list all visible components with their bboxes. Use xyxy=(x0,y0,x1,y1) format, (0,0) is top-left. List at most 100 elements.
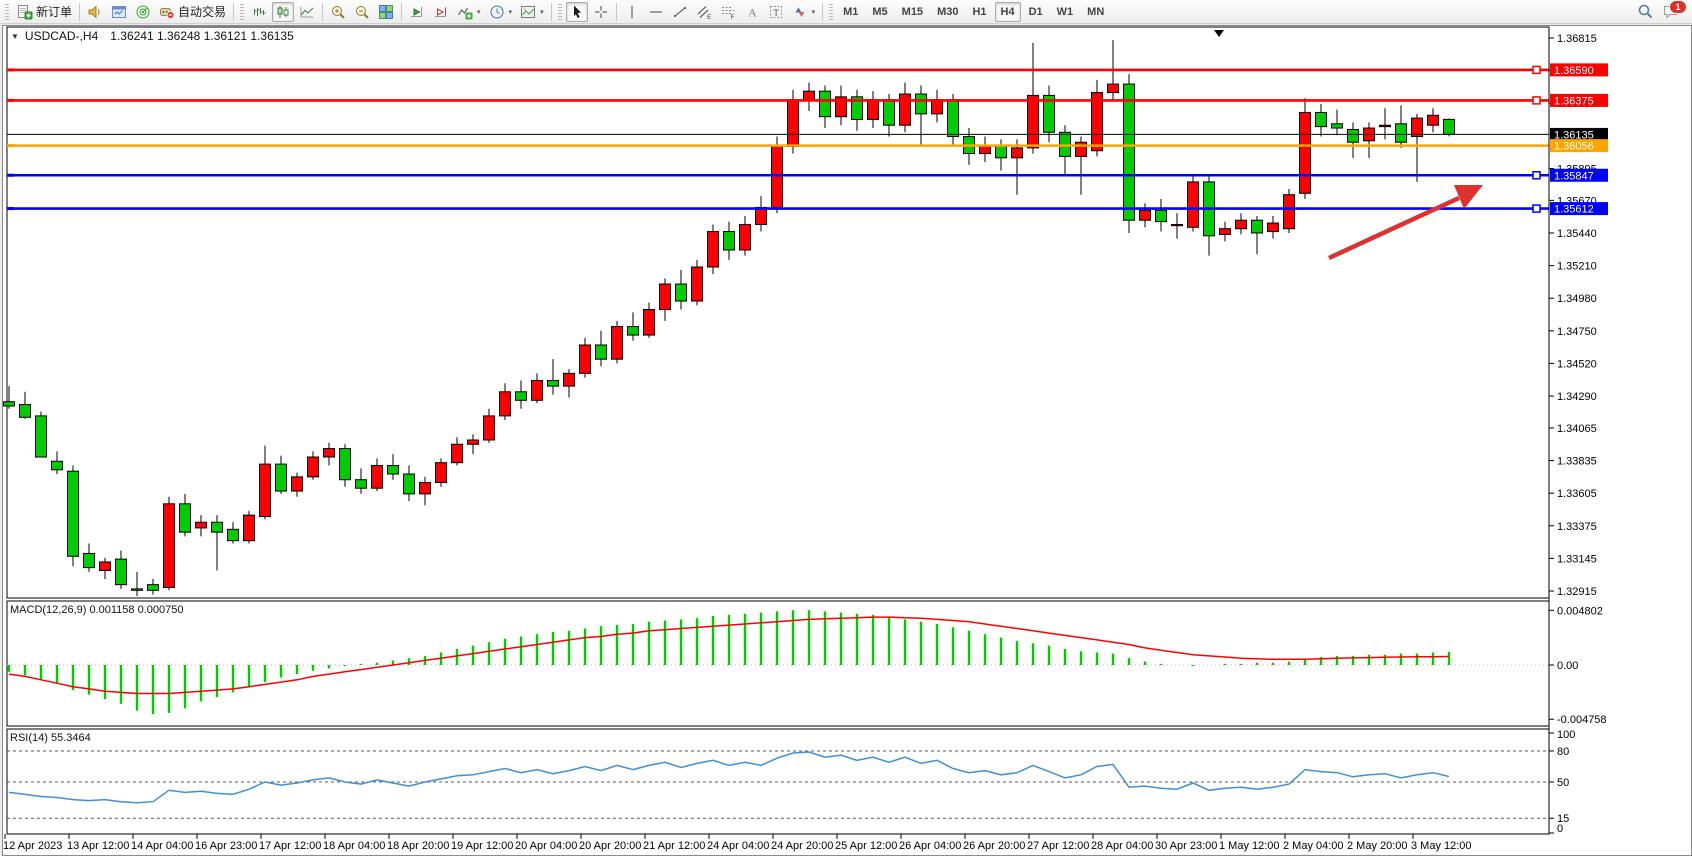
horizontal-line-icon xyxy=(648,4,664,20)
svg-text:E: E xyxy=(707,14,712,20)
auto-scroll-button[interactable] xyxy=(406,2,428,22)
fibonacci-button[interactable]: F xyxy=(717,2,739,22)
time-axis[interactable]: 12 Apr 202313 Apr 12:0014 Apr 04:0016 Ap… xyxy=(3,834,1472,852)
timeframe-h1-button[interactable]: H1 xyxy=(966,2,992,22)
symbol-period-label: USDCAD-,H4 xyxy=(25,29,98,43)
svg-text:20 Apr 04:00: 20 Apr 04:00 xyxy=(515,840,577,852)
sound-alert-button[interactable] xyxy=(84,2,106,22)
timeframe-m30-button[interactable]: M30 xyxy=(931,2,964,22)
svg-text:1.36056: 1.36056 xyxy=(1554,141,1594,153)
svg-text:0.004802: 0.004802 xyxy=(1557,605,1603,617)
strategy-tester-button[interactable] xyxy=(132,2,154,22)
cursor-button[interactable] xyxy=(566,2,588,22)
svg-text:1.35847: 1.35847 xyxy=(1554,170,1594,182)
chart-shift-icon xyxy=(433,4,449,20)
dropdown-caret-icon[interactable]: ▾ xyxy=(540,8,544,16)
equidistant-channel-button[interactable]: E xyxy=(693,2,715,22)
toolbar-separator xyxy=(616,3,617,21)
timeframe-mn-button[interactable]: MN xyxy=(1081,2,1110,22)
indicators-button[interactable]: ▾ xyxy=(454,2,484,22)
chart-shift-button[interactable] xyxy=(430,2,452,22)
dropdown-caret-icon[interactable]: ▾ xyxy=(812,8,816,16)
dropdown-caret-icon[interactable]: ▾ xyxy=(477,8,481,16)
new-order-button[interactable]: 新订单 xyxy=(13,2,75,22)
toolbar-drag-handle[interactable] xyxy=(240,4,244,20)
toolbar-separator xyxy=(822,3,823,21)
toolbar-drag-handle[interactable] xyxy=(829,4,833,20)
vertical-line-button[interactable] xyxy=(621,2,643,22)
channel-icon: E xyxy=(696,4,712,20)
svg-text:1 May 12:00: 1 May 12:00 xyxy=(1219,840,1280,852)
chart-canvas[interactable]: 1.368151.365851.363551.358951.356701.354… xyxy=(3,26,1691,855)
dropdown-caret-icon[interactable]: ▾ xyxy=(509,8,513,16)
svg-text:24 Apr 04:00: 24 Apr 04:00 xyxy=(707,840,769,852)
price-axis[interactable]: 1.368151.365851.363551.358951.356701.354… xyxy=(1549,27,1608,834)
svg-text:21 Apr 12:00: 21 Apr 12:00 xyxy=(643,840,705,852)
arrows-button[interactable]: ▾ xyxy=(789,2,819,22)
zoom-in-button[interactable] xyxy=(327,2,349,22)
toolbar-drag-handle[interactable] xyxy=(5,4,9,20)
svg-text:25 Apr 12:00: 25 Apr 12:00 xyxy=(835,840,897,852)
search-icon xyxy=(1637,3,1654,20)
svg-text:3 May 12:00: 3 May 12:00 xyxy=(1411,840,1472,852)
svg-text:1.34980: 1.34980 xyxy=(1557,293,1597,305)
toolbar-separator xyxy=(551,3,552,21)
timeframe-group: M1M5M15M30H1H4D1W1MN xyxy=(836,2,1111,22)
candlestick-icon xyxy=(275,4,291,20)
auto-scroll-icon xyxy=(409,4,425,20)
timeframe-d1-button[interactable]: D1 xyxy=(1023,2,1049,22)
notifications-button[interactable]: 1 xyxy=(1659,2,1683,22)
crosshair-icon xyxy=(593,4,609,20)
svg-text:-0.004758: -0.004758 xyxy=(1557,714,1607,726)
chart-window[interactable]: 1.368151.365851.363551.358951.356701.354… xyxy=(2,25,1692,856)
autotrading-button[interactable]: 自动交易 xyxy=(156,2,229,22)
tile-windows-button[interactable] xyxy=(375,2,397,22)
notification-badge: 1 xyxy=(1669,0,1687,14)
svg-text:14 Apr 04:00: 14 Apr 04:00 xyxy=(131,840,193,852)
svg-text:1.33145: 1.33145 xyxy=(1557,553,1597,565)
fibonacci-icon: F xyxy=(720,4,736,20)
code-window-icon xyxy=(111,4,127,20)
toolbar-separator xyxy=(401,3,402,21)
crosshair-button[interactable] xyxy=(590,2,612,22)
autotrading-label: 自动交易 xyxy=(178,3,226,20)
bar-chart-button[interactable] xyxy=(248,2,270,22)
main-toolbar: 新订单 自动交易 ▾ xyxy=(0,0,1692,24)
toolbar-drag-handle[interactable] xyxy=(558,4,562,20)
svg-text:20 Apr 20:00: 20 Apr 20:00 xyxy=(579,840,641,852)
svg-text:2 May 04:00: 2 May 04:00 xyxy=(1283,840,1344,852)
templates-button[interactable]: ▾ xyxy=(517,2,547,22)
line-chart-button[interactable] xyxy=(296,2,318,22)
timeframe-h4-button[interactable]: H4 xyxy=(995,2,1021,22)
new-order-icon xyxy=(16,4,33,20)
svg-text:16 Apr 23:00: 16 Apr 23:00 xyxy=(195,840,257,852)
radar-icon xyxy=(135,4,151,20)
metaeditor-button[interactable] xyxy=(108,2,130,22)
trendline-button[interactable] xyxy=(669,2,691,22)
svg-text:30 Apr 23:00: 30 Apr 23:00 xyxy=(1155,840,1217,852)
timeframe-m5-button[interactable]: M5 xyxy=(866,2,893,22)
svg-text:1.36815: 1.36815 xyxy=(1557,33,1597,45)
ohlc-values: 1.36241 1.36248 1.36121 1.36135 xyxy=(110,29,294,43)
periods-button[interactable]: ▾ xyxy=(486,2,516,22)
svg-text:18 Apr 04:00: 18 Apr 04:00 xyxy=(323,840,385,852)
svg-text:17 Apr 12:00: 17 Apr 12:00 xyxy=(259,840,321,852)
timeframe-m1-button[interactable]: M1 xyxy=(837,2,864,22)
timeframe-w1-button[interactable]: W1 xyxy=(1051,2,1080,22)
svg-text:2 May 20:00: 2 May 20:00 xyxy=(1347,840,1408,852)
text-label-button[interactable]: T xyxy=(765,2,787,22)
symbol-dropdown-icon[interactable]: ▼ xyxy=(11,32,19,41)
timeframe-m15-button[interactable]: M15 xyxy=(896,2,929,22)
search-button[interactable] xyxy=(1634,2,1657,22)
svg-text:1.35440: 1.35440 xyxy=(1557,228,1597,240)
svg-text:0: 0 xyxy=(1557,823,1563,835)
horizontal-line-button[interactable] xyxy=(645,2,667,22)
text-label-icon: T xyxy=(768,4,784,20)
svg-text:18 Apr 20:00: 18 Apr 20:00 xyxy=(387,840,449,852)
zoom-out-button[interactable] xyxy=(351,2,373,22)
zoom-out-icon xyxy=(354,4,370,20)
toolbar-separator xyxy=(322,3,323,21)
candlestick-chart-button[interactable] xyxy=(272,2,294,22)
indicators-icon xyxy=(457,4,473,20)
text-button[interactable]: A xyxy=(741,2,763,22)
